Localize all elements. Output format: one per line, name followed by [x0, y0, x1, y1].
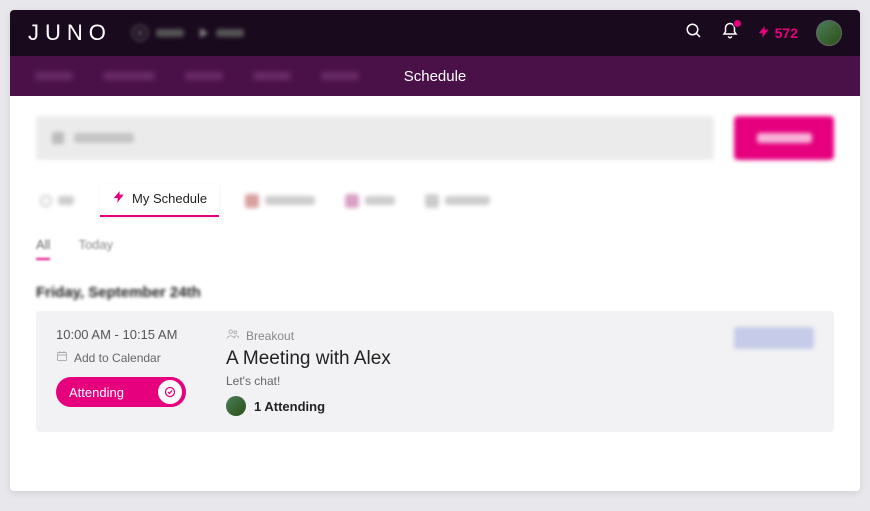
- event-title: A Meeting with Alex: [226, 348, 684, 370]
- tab-icon: [425, 194, 439, 208]
- tab-label-placeholder: [58, 196, 74, 205]
- subtab-today[interactable]: Today: [78, 237, 113, 260]
- people-icon: [226, 327, 240, 344]
- search-input[interactable]: [36, 116, 714, 160]
- search-button[interactable]: [734, 116, 834, 160]
- tab-label-placeholder: [265, 196, 315, 205]
- add-to-calendar-button[interactable]: Add to Calendar: [56, 350, 196, 365]
- add-to-calendar-label: Add to Calendar: [74, 351, 161, 365]
- event-status-badge[interactable]: [734, 327, 814, 349]
- topbar-media-controls: [132, 25, 244, 41]
- date-header: Friday, September 24th: [36, 284, 834, 301]
- nav-item-placeholder[interactable]: [253, 72, 291, 80]
- notifications-button[interactable]: [721, 22, 739, 45]
- event-tag-label: Breakout: [246, 329, 294, 343]
- event-actions: [714, 327, 814, 416]
- filter-subtabs: All Today: [36, 237, 834, 260]
- attending-toggle[interactable]: Attending: [56, 377, 186, 407]
- bell-icon: [721, 27, 739, 44]
- attending-label: Attending: [69, 385, 158, 400]
- app-window: JUNO 572: [10, 10, 860, 491]
- tab-item[interactable]: [421, 188, 494, 214]
- tab-item[interactable]: [36, 189, 78, 213]
- attendee-count: 1 Attending: [254, 399, 325, 414]
- search-placeholder: [74, 133, 134, 143]
- brand-logo[interactable]: JUNO: [28, 20, 112, 46]
- tab-icon: [345, 194, 359, 208]
- notification-badge: [733, 19, 742, 28]
- search-icon[interactable]: [685, 22, 703, 45]
- subtab-all[interactable]: All: [36, 237, 50, 260]
- toggle-knob: [158, 380, 182, 404]
- points-value: 572: [775, 25, 798, 41]
- nav-item-placeholder[interactable]: [35, 72, 73, 80]
- tab-item[interactable]: [241, 188, 319, 214]
- schedule-tabs: My Schedule: [36, 184, 834, 217]
- points-display[interactable]: 572: [757, 25, 798, 42]
- record-icon[interactable]: [132, 25, 148, 41]
- topbar: JUNO 572: [10, 10, 860, 56]
- event-meta: 10:00 AM - 10:15 AM Add to Calendar Atte…: [56, 327, 196, 416]
- nav-item-placeholder[interactable]: [103, 72, 155, 80]
- user-avatar[interactable]: [816, 20, 842, 46]
- nav-item-schedule[interactable]: Schedule: [404, 68, 467, 85]
- search-row: [36, 116, 834, 160]
- event-details: Breakout A Meeting with Alex Let's chat!…: [226, 327, 684, 416]
- attendee-avatar[interactable]: [226, 396, 246, 416]
- topbar-right: 572: [685, 20, 842, 46]
- tab-label-placeholder: [365, 196, 395, 205]
- control-placeholder: [156, 29, 184, 37]
- tab-label-placeholder: [445, 196, 490, 205]
- nav-items-blurred: [35, 72, 359, 80]
- play-icon[interactable]: [200, 28, 208, 38]
- search-button-label: [757, 133, 812, 143]
- search-field-icon: [52, 132, 64, 144]
- calendar-icon: [56, 350, 68, 365]
- tab-my-schedule[interactable]: My Schedule: [100, 184, 219, 217]
- event-category: Breakout: [226, 327, 684, 344]
- event-time: 10:00 AM - 10:15 AM: [56, 327, 196, 342]
- tab-label: My Schedule: [132, 191, 207, 206]
- attendees-row: 1 Attending: [226, 396, 684, 416]
- content-area: My Schedule All Today Friday, September …: [10, 96, 860, 452]
- event-card[interactable]: 10:00 AM - 10:15 AM Add to Calendar Atte…: [36, 311, 834, 432]
- nav-item-placeholder[interactable]: [185, 72, 223, 80]
- tab-icon: [40, 195, 52, 207]
- control-placeholder: [216, 29, 244, 37]
- tab-item[interactable]: [341, 188, 399, 214]
- bolt-icon: [757, 25, 771, 42]
- main-nav: Schedule: [10, 56, 860, 96]
- tab-icon: [245, 194, 259, 208]
- event-description: Let's chat!: [226, 374, 684, 388]
- bolt-icon: [112, 190, 126, 207]
- nav-item-placeholder[interactable]: [321, 72, 359, 80]
